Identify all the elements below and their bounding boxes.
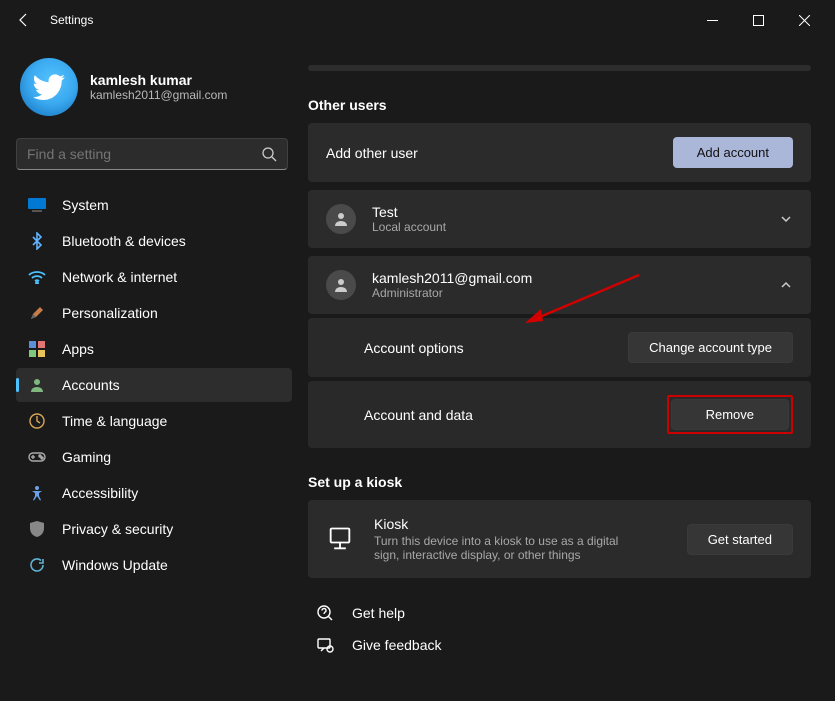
nav-label: Bluetooth & devices: [62, 233, 186, 249]
get-help-link[interactable]: Get help: [308, 604, 811, 622]
maximize-button[interactable]: [735, 4, 781, 36]
search-box[interactable]: [16, 138, 288, 170]
account-data-row: Account and data Remove: [308, 381, 811, 448]
sidebar-item-privacy[interactable]: Privacy & security: [16, 512, 292, 546]
sidebar-item-personalization[interactable]: Personalization: [16, 296, 292, 330]
nav-label: Gaming: [62, 449, 111, 465]
give-feedback-link[interactable]: Give feedback: [308, 636, 811, 654]
update-icon: [28, 556, 46, 574]
sidebar-item-time[interactable]: Time & language: [16, 404, 292, 438]
user-row-kamlesh[interactable]: kamlesh2011@gmail.com Administrator: [308, 256, 811, 314]
chevron-down-icon: [779, 212, 793, 226]
shield-icon: [28, 520, 46, 538]
user-role: Administrator: [372, 286, 763, 300]
search-input[interactable]: [27, 146, 261, 162]
user-name: kamlesh2011@gmail.com: [372, 270, 763, 286]
brush-icon: [28, 304, 46, 322]
app-title: Settings: [50, 13, 93, 27]
nav-label: Privacy & security: [62, 521, 173, 537]
kiosk-heading: Set up a kiosk: [308, 474, 811, 490]
give-feedback-label: Give feedback: [352, 637, 442, 653]
avatar: [20, 58, 78, 116]
remove-button[interactable]: Remove: [671, 399, 789, 430]
person-icon: [326, 204, 356, 234]
account-options-label: Account options: [364, 340, 628, 356]
user-role: Local account: [372, 220, 763, 234]
remove-highlight: Remove: [667, 395, 793, 434]
nav-label: Personalization: [62, 305, 158, 321]
sidebar-item-accessibility[interactable]: Accessibility: [16, 476, 292, 510]
sidebar-item-bluetooth[interactable]: Bluetooth & devices: [16, 224, 292, 258]
person-icon: [28, 376, 46, 394]
account-data-label: Account and data: [364, 407, 667, 423]
add-other-user-label: Add other user: [326, 145, 673, 161]
sidebar-item-update[interactable]: Windows Update: [16, 548, 292, 582]
nav-label: System: [62, 197, 109, 213]
clock-globe-icon: [28, 412, 46, 430]
sidebar-item-accounts[interactable]: Accounts: [16, 368, 292, 402]
kiosk-desc: Turn this device into a kiosk to use as …: [374, 534, 644, 562]
profile-email: kamlesh2011@gmail.com: [90, 88, 227, 102]
nav-label: Windows Update: [62, 557, 168, 573]
add-account-button[interactable]: Add account: [673, 137, 793, 168]
nav-label: Time & language: [62, 413, 167, 429]
kiosk-card: Kiosk Turn this device into a kiosk to u…: [308, 500, 811, 578]
system-icon: [28, 196, 46, 214]
bluetooth-icon: [28, 232, 46, 250]
kiosk-get-started-button[interactable]: Get started: [687, 524, 793, 555]
profile-block[interactable]: kamlesh kumar kamlesh2011@gmail.com: [16, 50, 292, 132]
sidebar-item-network[interactable]: Network & internet: [16, 260, 292, 294]
breadcrumb-parent[interactable]: Accounts: [308, 40, 426, 41]
nav-label: Accounts: [62, 377, 120, 393]
accessibility-icon: [28, 484, 46, 502]
get-help-label: Get help: [352, 605, 405, 621]
apps-icon: [28, 340, 46, 358]
minimize-button[interactable]: [689, 4, 735, 36]
user-name: Test: [372, 204, 763, 220]
back-button[interactable]: [16, 12, 32, 28]
section-divider-bar: [308, 65, 811, 71]
account-options-row: Account options Change account type: [308, 318, 811, 377]
breadcrumb-current: Family & other users: [464, 40, 721, 41]
wifi-icon: [28, 268, 46, 286]
nav-label: Accessibility: [62, 485, 138, 501]
add-other-user-row: Add other user Add account: [308, 123, 811, 182]
other-users-heading: Other users: [308, 97, 811, 113]
user-row-test[interactable]: Test Local account: [308, 190, 811, 248]
feedback-icon: [316, 636, 334, 654]
person-icon: [326, 270, 356, 300]
help-icon: [316, 604, 334, 622]
nav-label: Network & internet: [62, 269, 177, 285]
change-account-type-button[interactable]: Change account type: [628, 332, 793, 363]
sidebar-item-gaming[interactable]: Gaming: [16, 440, 292, 474]
breadcrumb: Accounts › Family & other users: [308, 40, 811, 41]
profile-name: kamlesh kumar: [90, 72, 227, 88]
close-button[interactable]: [781, 4, 827, 36]
gaming-icon: [28, 448, 46, 466]
search-icon: [261, 146, 277, 162]
sidebar-item-apps[interactable]: Apps: [16, 332, 292, 366]
nav-label: Apps: [62, 341, 94, 357]
chevron-up-icon: [779, 278, 793, 292]
kiosk-title: Kiosk: [374, 516, 667, 532]
kiosk-icon: [326, 525, 354, 553]
sidebar-item-system[interactable]: System: [16, 188, 292, 222]
